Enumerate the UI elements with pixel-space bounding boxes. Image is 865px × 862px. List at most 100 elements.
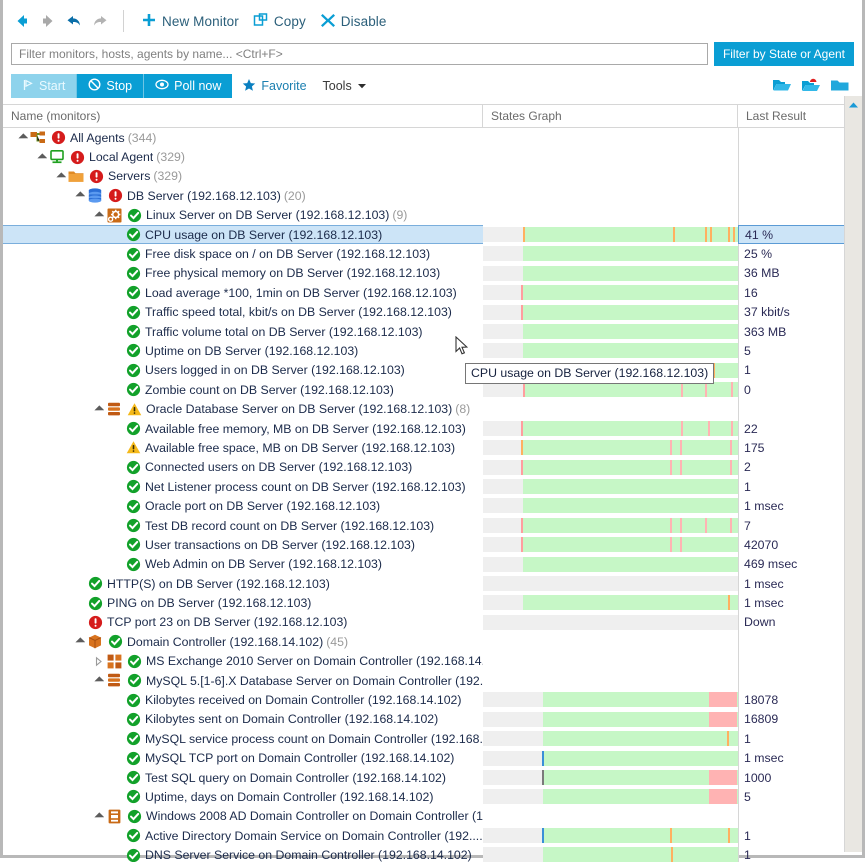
tree-row[interactable]: Available free memory, MB on DB Server (…	[3, 419, 862, 438]
tree-row[interactable]: Servers (329)	[3, 167, 862, 186]
tree-row-name-cell[interactable]: Active Directory Domain Service on Domai…	[3, 826, 483, 845]
open-folder-alert-icon[interactable]	[801, 77, 821, 96]
tree-row-name-cell[interactable]: MySQL 5.[1-6].X Database Server on Domai…	[3, 671, 483, 690]
column-header-name[interactable]: Name (monitors)	[3, 105, 483, 127]
tree-row-name-cell[interactable]: PING on DB Server (192.168.12.103)	[3, 593, 483, 612]
tree-row[interactable]: Kilobytes sent on Domain Controller (192…	[3, 710, 862, 729]
tree-row[interactable]: Traffic speed total, kbit/s on DB Server…	[3, 303, 862, 322]
tree-row[interactable]: Zombie count on DB Server (192.168.12.10…	[3, 380, 862, 399]
tree-row[interactable]: Test DB record count on DB Server (192.1…	[3, 516, 862, 535]
tree-row-name-cell[interactable]: Servers (329)	[3, 167, 483, 186]
tree-row[interactable]: Active Directory Domain Service on Domai…	[3, 826, 862, 845]
tree-row-name-cell[interactable]: DB Server (192.168.12.103) (20)	[3, 186, 483, 205]
disable-button[interactable]: Disable	[313, 9, 394, 34]
back-icon[interactable]	[9, 8, 35, 34]
tree-row[interactable]: Load average *100, 1min on DB Server (19…	[3, 283, 862, 302]
tree-row-name-cell[interactable]: Oracle port on DB Server (192.168.12.103…	[3, 496, 483, 515]
tree-expander-down-icon[interactable]	[93, 404, 105, 415]
tree-expander-right-icon[interactable]	[93, 656, 104, 667]
tree-row-name-cell[interactable]: DNS Server Service on Domain Controller …	[3, 845, 483, 862]
tree-row[interactable]: CPU usage on DB Server (192.168.12.103) 4…	[3, 224, 862, 245]
scrollbar-track[interactable]	[845, 113, 862, 852]
tree-row[interactable]: Linux Server on DB Server (192.168.12.10…	[3, 206, 862, 225]
tree-row[interactable]: Uptime, days on Domain Controller (192.1…	[3, 787, 862, 806]
tree-row[interactable]: Available free space, MB on DB Server (1…	[3, 438, 862, 457]
tree-row[interactable]: Users logged in on DB Server (192.168.12…	[3, 361, 862, 380]
tree-row[interactable]: Traffic volume total on DB Server (192.1…	[3, 322, 862, 341]
tree-row-name-cell[interactable]: Available free space, MB on DB Server (1…	[3, 438, 483, 457]
tree-expander-down-icon[interactable]	[55, 171, 67, 182]
copy-button[interactable]: Copy	[246, 9, 313, 34]
tree-row-name-cell[interactable]: User transactions on DB Server (192.168.…	[3, 535, 483, 554]
tools-menu[interactable]: Tools	[317, 79, 373, 93]
closed-folder-icon[interactable]	[830, 77, 850, 96]
tree-row-name-cell[interactable]: Uptime, days on Domain Controller (192.1…	[3, 787, 483, 806]
stop-button[interactable]: Stop	[77, 74, 144, 98]
tree-row[interactable]: Web Admin on DB Server (192.168.12.103) 4…	[3, 555, 862, 574]
tree-row[interactable]: Local Agent (329)	[3, 147, 862, 166]
scroll-up-button[interactable]	[845, 96, 862, 113]
tree-expander-down-icon[interactable]	[36, 152, 48, 163]
tree-row-name-cell[interactable]: Web Admin on DB Server (192.168.12.103)	[3, 555, 483, 574]
tree-row[interactable]: Domain Controller (192.168.14.102) (45)	[3, 632, 862, 651]
tree-row-name-cell[interactable]: Kilobytes received on Domain Controller …	[3, 690, 483, 709]
tree-row[interactable]: Windows 2008 AD Domain Controller on Dom…	[3, 807, 862, 826]
tree-row[interactable]: MySQL TCP port on Domain Controller (192…	[3, 749, 862, 768]
tree-row-name-cell[interactable]: Free disk space on / on DB Server (192.1…	[3, 244, 483, 263]
tree-row-name-cell[interactable]: Windows 2008 AD Domain Controller on Dom…	[3, 807, 483, 826]
tree-row-name-cell[interactable]: Test SQL query on Domain Controller (192…	[3, 768, 483, 787]
tree-row[interactable]: DNS Server Service on Domain Controller …	[3, 845, 862, 862]
monitor-tree[interactable]: All Agents (344) Local Agent (329) Servers (3…	[3, 128, 862, 862]
tree-row-name-cell[interactable]: TCP port 23 on DB Server (192.168.12.103…	[3, 613, 483, 632]
tree-expander-down-icon[interactable]	[93, 811, 105, 822]
poll-now-button[interactable]: Poll now	[144, 74, 233, 98]
filter-input-wrapper[interactable]	[11, 43, 708, 65]
tree-row-name-cell[interactable]: HTTP(S) on DB Server (192.168.12.103)	[3, 574, 483, 593]
tree-row[interactable]: Uptime on DB Server (192.168.12.103) 5	[3, 341, 862, 360]
tree-row[interactable]: PING on DB Server (192.168.12.103) 1 msec	[3, 593, 862, 612]
open-folder-icon[interactable]	[772, 77, 792, 96]
tree-row[interactable]: TCP port 23 on DB Server (192.168.12.103…	[3, 613, 862, 632]
tree-row-name-cell[interactable]: Uptime on DB Server (192.168.12.103)	[3, 341, 483, 360]
vertical-scrollbar[interactable]	[844, 96, 862, 852]
tree-row-name-cell[interactable]: MS Exchange 2010 Server on Domain Contro…	[3, 652, 483, 671]
new-monitor-button[interactable]: New Monitor	[134, 9, 246, 34]
tree-row-name-cell[interactable]: Traffic speed total, kbit/s on DB Server…	[3, 303, 483, 322]
tree-row-name-cell[interactable]: Local Agent (329)	[3, 147, 483, 166]
tree-row[interactable]: MySQL 5.[1-6].X Database Server on Domai…	[3, 671, 862, 690]
tree-row-name-cell[interactable]: Free physical memory on DB Server (192.1…	[3, 264, 483, 283]
tree-expander-down-icon[interactable]	[93, 675, 105, 686]
tree-row-name-cell[interactable]: Kilobytes sent on Domain Controller (192…	[3, 710, 483, 729]
tree-row-name-cell[interactable]: MySQL service process count on Domain Co…	[3, 729, 483, 748]
tree-row-name-cell[interactable]: Connected users on DB Server (192.168.12…	[3, 458, 483, 477]
filter-by-state-or-agent-button[interactable]: Filter by State or Agent	[713, 42, 854, 66]
column-header-states-graph[interactable]: States Graph	[483, 105, 738, 127]
tree-row[interactable]: Free disk space on / on DB Server (192.1…	[3, 244, 862, 263]
tree-expander-down-icon[interactable]	[74, 190, 86, 201]
tree-row-name-cell[interactable]: Zombie count on DB Server (192.168.12.10…	[3, 380, 483, 399]
tree-row-name-cell[interactable]: All Agents (344)	[3, 128, 483, 147]
search-input[interactable]	[17, 46, 702, 62]
tree-row-name-cell[interactable]: Available free memory, MB on DB Server (…	[3, 419, 483, 438]
tree-row[interactable]: Net Listener process count on DB Server …	[3, 477, 862, 496]
tree-row-name-cell[interactable]: Domain Controller (192.168.14.102) (45)	[3, 632, 483, 651]
tree-row[interactable]: Free physical memory on DB Server (192.1…	[3, 264, 862, 283]
tree-row-name-cell[interactable]: Traffic volume total on DB Server (192.1…	[3, 322, 483, 341]
tree-row[interactable]: HTTP(S) on DB Server (192.168.12.103) 1 m…	[3, 574, 862, 593]
tree-expander-down-icon[interactable]	[17, 132, 29, 143]
tree-row-name-cell[interactable]: Linux Server on DB Server (192.168.12.10…	[3, 206, 483, 225]
tree-row-name-cell[interactable]: Test DB record count on DB Server (192.1…	[3, 516, 483, 535]
undo-icon[interactable]	[61, 8, 87, 34]
tree-row[interactable]: Test SQL query on Domain Controller (192…	[3, 768, 862, 787]
tree-row-name-cell[interactable]: Load average *100, 1min on DB Server (19…	[3, 283, 483, 302]
tree-row[interactable]: Connected users on DB Server (192.168.12…	[3, 458, 862, 477]
tree-row[interactable]: User transactions on DB Server (192.168.…	[3, 535, 862, 554]
tree-row[interactable]: MySQL service process count on Domain Co…	[3, 729, 862, 748]
tree-row[interactable]: Oracle port on DB Server (192.168.12.103…	[3, 496, 862, 515]
tree-row[interactable]: MS Exchange 2010 Server on Domain Contro…	[3, 652, 862, 671]
tree-expander-down-icon[interactable]	[74, 636, 86, 647]
tree-row[interactable]: Kilobytes received on Domain Controller …	[3, 690, 862, 709]
tree-row[interactable]: All Agents (344)	[3, 128, 862, 147]
tree-expander-down-icon[interactable]	[93, 210, 105, 221]
tree-row-name-cell[interactable]: MySQL TCP port on Domain Controller (192…	[3, 749, 483, 768]
